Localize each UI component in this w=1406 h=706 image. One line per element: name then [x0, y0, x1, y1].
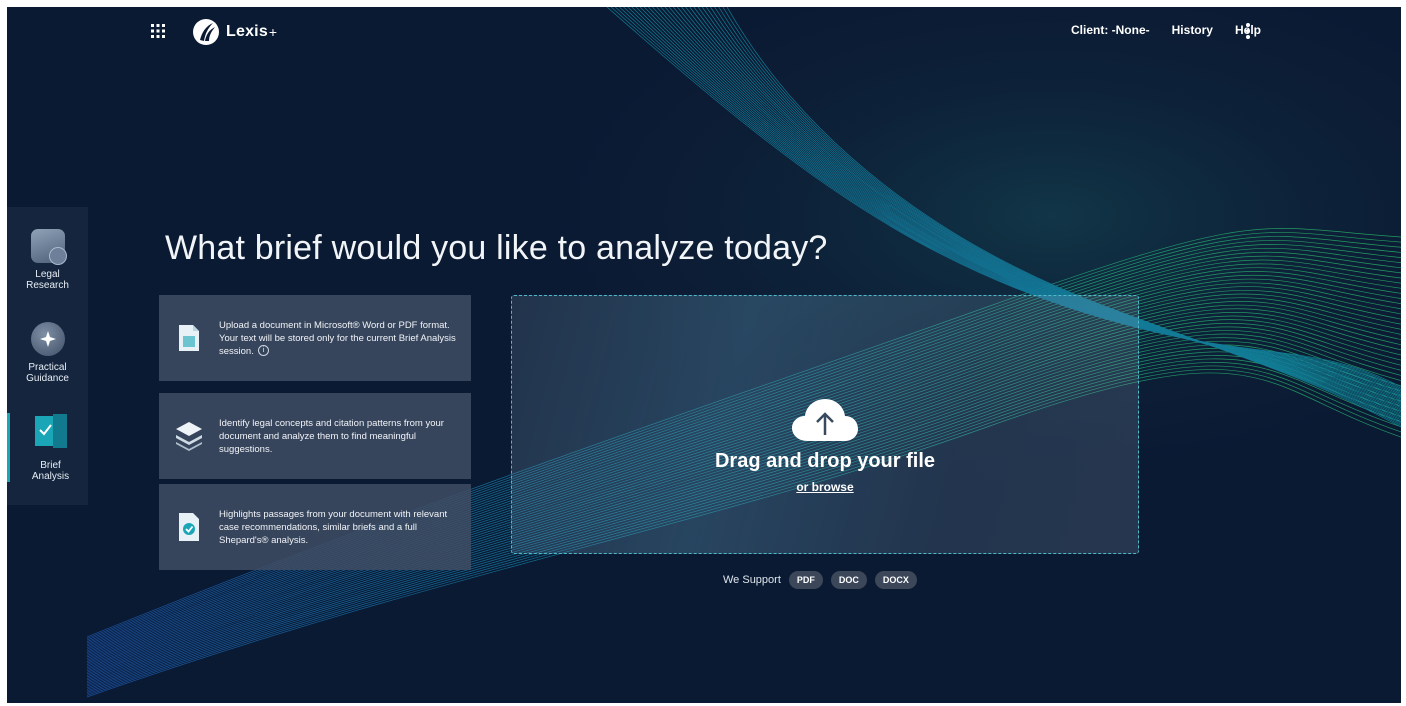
- info-icon[interactable]: i: [257, 345, 269, 357]
- rail-label: Analysis: [31, 471, 70, 482]
- cloud-upload-icon: [792, 399, 858, 441]
- feature-card-identify: Identify legal concepts and citation pat…: [159, 393, 471, 479]
- rail-label: Practical: [28, 362, 67, 373]
- app-grid-icon[interactable]: [150, 23, 166, 39]
- document-icon: [179, 325, 199, 351]
- client-selector[interactable]: Client: -None-: [1071, 23, 1150, 37]
- check-document-icon: [179, 513, 199, 541]
- app-window: Lexis + Client: -None- History Help Lega…: [7, 7, 1401, 703]
- lexis-logo-icon: [193, 19, 219, 45]
- brand-name: Lexis: [226, 23, 268, 40]
- feature-card-highlights: Highlights passages from your document w…: [159, 484, 471, 570]
- format-chip-doc: DOC: [830, 571, 867, 589]
- support-label: We Support: [723, 574, 781, 586]
- product-rail: Legal Research Practical Guidance Brief Ana…: [7, 207, 88, 505]
- rail-item-practical-guidance[interactable]: Practical Guidance: [7, 322, 88, 384]
- feature-text: Upload a document in Microsoft® Word or …: [219, 319, 456, 357]
- feature-text: Identify legal concepts and citation pat…: [219, 417, 444, 455]
- page-title: What brief would you like to analyze tod…: [165, 229, 828, 267]
- feature-text: Highlights passages from your document w…: [219, 508, 448, 546]
- rail-label: Research: [26, 280, 69, 291]
- supported-formats: We Support PDF DOC DOCX: [723, 571, 917, 589]
- browse-link[interactable]: or browse: [796, 480, 853, 494]
- file-dropzone[interactable]: Drag and drop your file or browse: [511, 295, 1139, 554]
- dropzone-title: Drag and drop your file: [714, 450, 936, 472]
- lexis-logo[interactable]: Lexis +: [192, 17, 277, 47]
- more-menu-icon[interactable]: [1244, 22, 1252, 42]
- history-link[interactable]: History: [1172, 23, 1213, 37]
- format-chip-docx: DOCX: [874, 571, 917, 589]
- rail-item-legal-research[interactable]: Legal Research: [7, 229, 88, 291]
- layers-icon: [176, 422, 202, 451]
- feature-card-upload: Upload a document in Microsoft® Word or …: [159, 295, 471, 381]
- rail-label: Legal: [35, 269, 60, 280]
- brand-suffix: +: [268, 24, 278, 40]
- header-links: Client: -None- History Help: [1071, 23, 1261, 37]
- top-bar: Lexis + Client: -None- History Help: [7, 7, 1401, 57]
- legal-research-icon: [30, 229, 67, 265]
- rail-label: Brief: [40, 460, 61, 471]
- rail-item-brief-analysis[interactable]: Brief Analysis: [7, 413, 91, 482]
- rail-label: Guidance: [26, 373, 69, 384]
- compass-icon: [30, 322, 65, 356]
- format-chip-pdf: PDF: [788, 571, 823, 589]
- brief-analysis-icon: [34, 414, 67, 448]
